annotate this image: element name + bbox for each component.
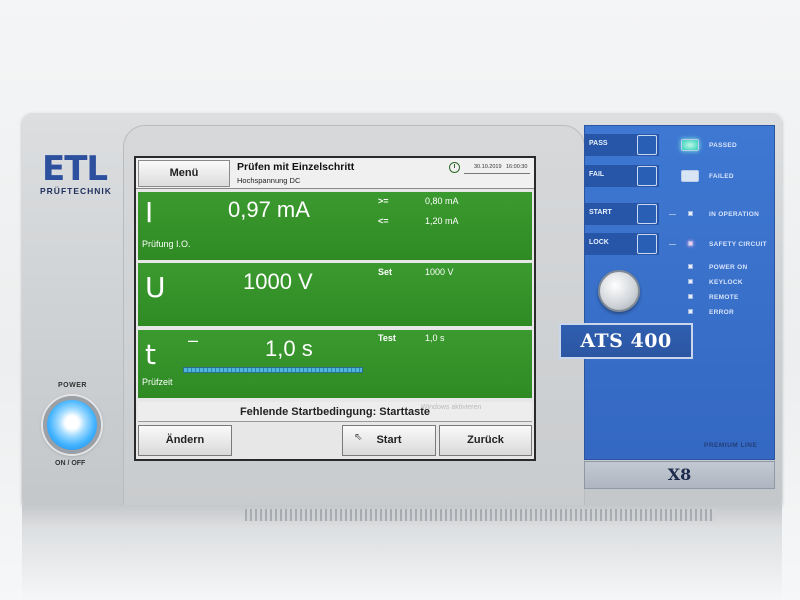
start-key-label: START: [589, 209, 612, 216]
time-dash: –: [188, 330, 199, 350]
fail-key-row: FAIL: [585, 165, 659, 187]
remote-led: [688, 294, 693, 299]
current-panel: I 0,97 mA >= 0,80 mA <= 1,20 mA Prüfung …: [138, 192, 532, 260]
fail-key[interactable]: [637, 166, 657, 186]
brand-name: PRÜFTECHNIK: [40, 186, 112, 196]
screen-header: Menü Prüfen mit Einzelschritt Hochspannu…: [136, 158, 534, 189]
lock-key-label: LOCK: [589, 239, 609, 246]
lock-key[interactable]: [637, 234, 657, 254]
time-symbol: t: [145, 338, 156, 371]
pass-key-row: PASS: [585, 134, 659, 156]
lock-key-row: LOCK: [585, 233, 659, 255]
watermark-line: Windows aktivieren: [421, 404, 482, 411]
clock-icon: [449, 162, 460, 173]
safety-circuit-label: SAFETY CIRCUIT: [709, 241, 767, 248]
time-value: 1,0 s: [265, 336, 313, 361]
model-badge: ATS 400: [559, 323, 693, 359]
indicator-tick: [669, 244, 676, 245]
menu-button[interactable]: Menü: [138, 160, 230, 187]
indicator-tick: [669, 214, 676, 215]
page-subtitle: Hochspannung DC: [237, 176, 301, 185]
passed-label: PASSED: [709, 142, 738, 149]
current-max-label: <=: [378, 216, 389, 226]
in-operation-led: [688, 211, 693, 216]
cursor-icon: ⇖: [354, 432, 363, 443]
remote-label: REMOTE: [709, 294, 739, 301]
voltage-symbol: U: [145, 271, 166, 304]
variant-plate: X8: [584, 461, 775, 489]
current-max-value: 1,20 mA: [425, 216, 459, 226]
failed-label: FAILED: [709, 173, 734, 180]
keylock-label: KEYLOCK: [709, 279, 743, 286]
test-time-label: Test: [378, 333, 396, 343]
touch-screen: Menü Prüfen mit Einzelschritt Hochspannu…: [134, 156, 536, 461]
time-readout: 16:00:30: [506, 164, 528, 170]
edit-button[interactable]: Ändern: [138, 425, 232, 456]
start-key[interactable]: [637, 204, 657, 224]
current-value: 0,97 mA: [228, 197, 310, 222]
start-key-row: START: [585, 203, 659, 225]
etl-logo: ETL: [42, 152, 108, 186]
product-line-label: PREMIUM LINE: [704, 442, 758, 449]
test-time-value: 1,0 s: [425, 333, 445, 343]
time-panel: t – 1,0 s Test 1,0 s Prüfzeit: [138, 330, 532, 398]
pass-key-label: PASS: [589, 140, 608, 147]
power-label: POWER: [58, 382, 87, 389]
error-led: [688, 309, 693, 314]
surface-reflection: [22, 525, 782, 600]
power-button[interactable]: [43, 396, 101, 454]
pass-key[interactable]: [637, 135, 657, 155]
power-on-label: POWER ON: [709, 264, 748, 271]
current-min-value: 0,80 mA: [425, 196, 459, 206]
safety-circuit-led: [688, 241, 693, 246]
time-status: Prüfzeit: [142, 377, 173, 387]
rotary-knob[interactable]: [598, 270, 640, 312]
windows-activation-watermark: Windows aktivieren: [421, 403, 481, 412]
power-on-led: [688, 264, 693, 269]
failed-lamp: [681, 170, 699, 182]
error-label: ERROR: [709, 309, 734, 316]
page-title: Prüfen mit Einzelschritt: [237, 161, 355, 173]
current-min-label: >=: [378, 196, 389, 206]
voltage-set-label: Set: [378, 267, 393, 277]
header-divider: [464, 173, 530, 174]
test-status: Prüfung I.O.: [142, 239, 191, 249]
fail-key-label: FAIL: [589, 171, 605, 178]
on-off-label: ON / OFF: [55, 460, 86, 467]
ventilation-grille: [245, 509, 715, 521]
passed-lamp: [681, 139, 699, 151]
current-symbol: I: [145, 196, 154, 229]
logo-text: ETL: [42, 149, 108, 189]
keylock-led: [688, 279, 693, 284]
voltage-panel: U 1000 V Set 1000 V: [138, 263, 532, 326]
back-button[interactable]: Zurück: [439, 425, 532, 456]
in-operation-label: IN OPERATION: [709, 211, 760, 218]
date-readout: 30.10.2019: [474, 164, 502, 170]
voltage-set-value: 1000 V: [425, 267, 454, 277]
test-progress-bar: [183, 367, 363, 373]
voltage-value: 1000 V: [243, 269, 313, 294]
